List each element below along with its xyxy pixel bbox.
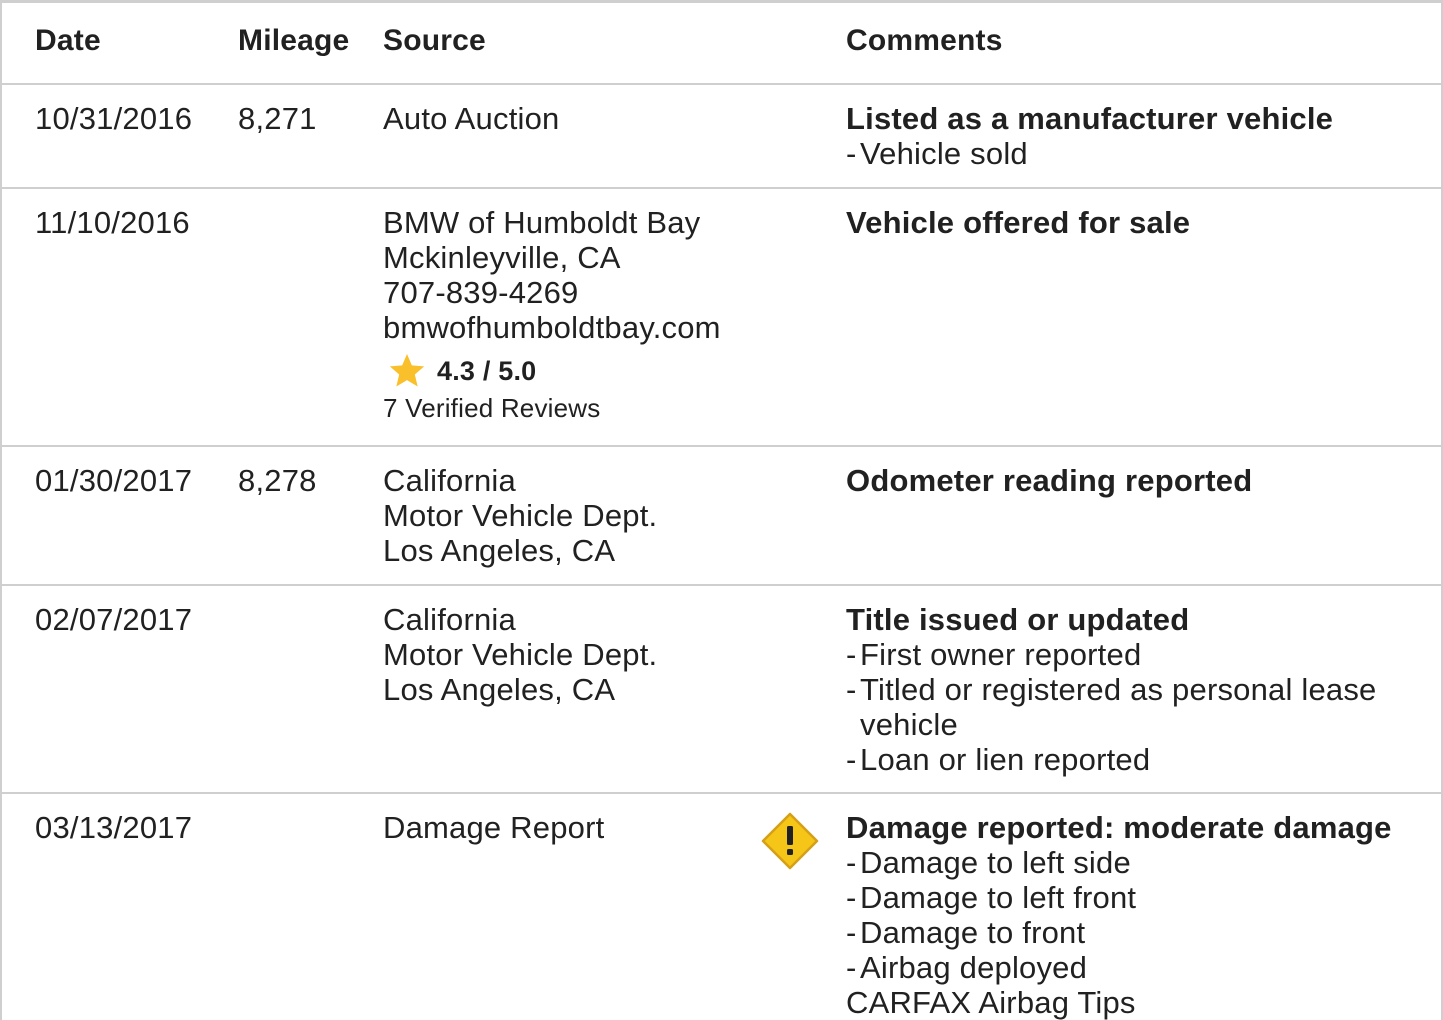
row-comments: Vehicle offered for sale [846,205,1406,240]
dealer-website-link[interactable]: bmwofhumboldtbay.com [383,310,753,345]
row-date: 02/07/2017 [35,602,193,637]
comment-title: Title issued or updated [846,602,1190,637]
source-line: Damage Report [383,810,605,845]
table-row: 02/07/2017 California Motor Vehicle Dept… [2,586,1441,794]
row-mileage: 8,271 [238,101,317,136]
star-icon [389,354,425,387]
dealer-rating: 4.3 / 5.0 [383,351,753,391]
table-row: 10/31/2016 8,271 Auto Auction Listed as … [2,85,1441,189]
row-date: 03/13/2017 [35,810,193,845]
row-comments: Listed as a manufacturer vehicle - Vehicl… [846,101,1406,171]
verified-reviews-link[interactable]: 7 Verified Reviews [383,391,753,425]
dealer-location: Mckinleyville, CA [383,240,621,275]
source-line: California [383,602,516,637]
comment-bullet: - Damage to left front [846,880,1137,915]
row-date: 01/30/2017 [35,463,193,498]
row-comments: Title issued or updated - First owner rep… [846,602,1406,777]
table-row: 01/30/2017 8,278 California Motor Vehicl… [2,447,1441,586]
comment-bullet: - Airbag deployed [846,950,1088,985]
row-date: 11/10/2016 [35,205,190,240]
row-comments: Damage reported: moderate damage - Damage… [846,810,1406,1020]
comment-title: Odometer reading reported [846,463,1253,498]
header-source: Source [383,24,486,57]
row-date: 10/31/2016 [35,101,193,136]
comment-title: Vehicle offered for sale [846,205,1191,240]
source-line: Los Angeles, CA [383,533,616,568]
comment-bullet: - Loan or lien reported [846,742,1151,777]
dealer-name-link[interactable]: BMW of Humboldt Bay [383,205,753,240]
airbag-tips-link[interactable]: CARFAX Airbag Tips [846,985,1406,1020]
source-line: Auto Auction [383,101,560,136]
comment-bullet: - Damage to left side [846,845,1131,880]
table-row: 11/10/2016 BMW of Humboldt Bay Mckinleyv… [2,189,1441,447]
row-comments: Odometer reading reported [846,463,1406,498]
row-source: BMW of Humboldt Bay Mckinleyville, CA 70… [383,205,753,425]
vehicle-history-table: Date Mileage Source Comments 10/31/2016 … [0,0,1443,1020]
dealer-phone-link[interactable]: 707-839-4269 [383,275,753,310]
header-comments: Comments [846,24,1003,57]
comment-bullet: - Damage to front [846,915,1086,950]
source-line: Los Angeles, CA [383,672,616,707]
table-row: 03/13/2017 Damage Report Damage reported… [2,794,1441,1020]
comment-title: Listed as a manufacturer vehicle [846,101,1334,136]
source-line: Motor Vehicle Dept. [383,637,658,672]
header-mileage: Mileage [238,24,350,57]
row-source: Auto Auction [383,101,753,136]
row-source: California Motor Vehicle Dept. Los Angel… [383,602,753,707]
comment-bullet: - Vehicle sold [846,136,1028,171]
row-source: California Motor Vehicle Dept. Los Angel… [383,463,753,568]
comment-bullet: - Titled or registered as personal lease … [846,672,1377,742]
row-mileage: 8,278 [238,463,317,498]
table-header: Date Mileage Source Comments [2,3,1441,85]
warning-diamond-icon [761,812,819,870]
source-line: Motor Vehicle Dept. [383,498,658,533]
rating-value: 4.3 / 5.0 [437,355,537,386]
comment-title: Damage reported: moderate damage [846,810,1392,845]
comment-bullet: - First owner reported [846,637,1142,672]
row-source: Damage Report [383,810,753,845]
source-line: California [383,463,516,498]
header-date: Date [35,24,101,57]
